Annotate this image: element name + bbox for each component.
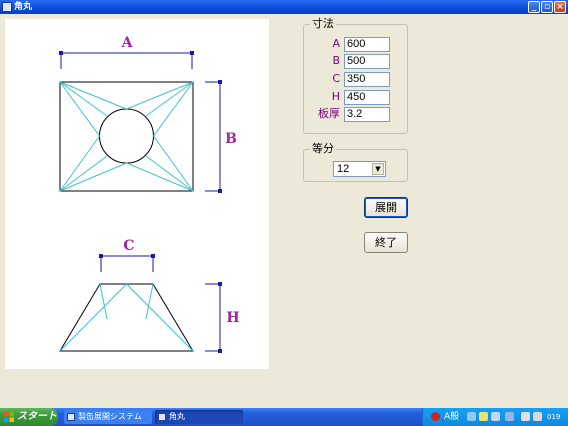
dim-label-h: H — [226, 310, 239, 326]
help-icon[interactable] — [491, 412, 500, 421]
division-select-value: 12 — [337, 163, 350, 175]
start-label: スタート — [17, 411, 57, 422]
network-icon[interactable] — [521, 412, 530, 421]
clock: 019 — [547, 413, 561, 421]
taskbar: スタート 製缶展開システム 角丸 A般 019 — [0, 408, 568, 426]
caps-kana-icon[interactable] — [505, 412, 514, 421]
dictionary-icon[interactable] — [479, 412, 488, 421]
dim-label-c: C — [123, 238, 134, 254]
field-label-h: H — [331, 90, 340, 103]
minimize-button[interactable]: _ — [528, 1, 540, 13]
field-label-a: A — [332, 37, 340, 50]
field-c-input[interactable]: 350 — [344, 72, 390, 87]
app-icon — [67, 413, 75, 421]
field-label-b: B — [332, 54, 340, 67]
start-button[interactable]: スタート — [0, 408, 58, 426]
fold-lines-top — [59, 81, 194, 192]
window-title: 角丸 — [14, 2, 33, 12]
field-label-c: C — [332, 72, 340, 85]
field-b-input[interactable]: 500 — [344, 54, 390, 69]
chevron-down-icon[interactable]: ▼ — [372, 163, 384, 175]
volume-icon[interactable] — [533, 412, 542, 421]
dimension-c-line — [99, 254, 155, 272]
field-a-input[interactable]: 600 — [344, 37, 390, 52]
ime-indicator[interactable]: A般 — [444, 410, 459, 424]
close-button[interactable]: × — [554, 1, 566, 13]
maximize-button[interactable]: ▫ — [541, 1, 553, 13]
input-tool-icon[interactable] — [467, 412, 476, 421]
dimension-h-line — [205, 282, 222, 353]
system-tray: A般 019 — [422, 408, 568, 426]
division-legend: 等分 — [310, 142, 336, 156]
title-bar: 角丸 _ ▫ × — [0, 0, 568, 14]
drawing-panel: A B C H — [5, 19, 269, 369]
top-view-opening — [99, 108, 154, 164]
dim-label-a: A — [121, 35, 134, 51]
expand-button[interactable]: 展開 — [364, 197, 408, 218]
windows-flag-icon — [4, 412, 14, 422]
dimension-b-line — [205, 80, 222, 193]
side-view-outline — [59, 283, 194, 352]
dim-label-b: B — [225, 131, 237, 147]
dimensions-legend: 寸法 — [310, 17, 336, 31]
thickness-input[interactable]: 3.2 — [344, 107, 390, 122]
field-label-thickness: 板厚 — [318, 107, 340, 120]
diagram: A B C H — [59, 35, 240, 353]
taskbar-item-system[interactable]: 製缶展開システム — [64, 410, 152, 424]
security-icon[interactable] — [431, 412, 440, 421]
field-h-input[interactable]: 450 — [344, 90, 390, 105]
app-window-icon — [2, 2, 12, 12]
taskbar-item-window[interactable]: 角丸 — [155, 410, 243, 424]
dimension-a-line — [59, 51, 194, 69]
taskbar-item-label: 角丸 — [169, 412, 185, 421]
taskbar-item-label: 製缶展開システム — [78, 412, 142, 421]
top-view-outline — [59, 81, 194, 192]
exit-button[interactable]: 終了 — [364, 232, 408, 253]
app-window-icon — [158, 413, 166, 421]
division-select[interactable]: 12 ▼ — [333, 161, 386, 177]
